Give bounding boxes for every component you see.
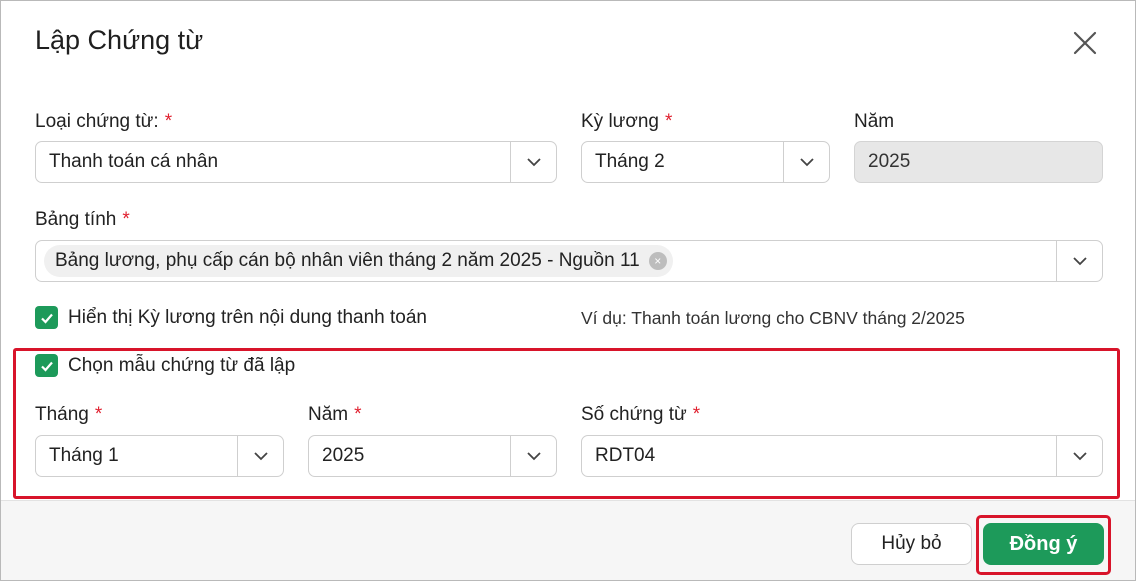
pay-period-value: Tháng 2: [595, 151, 665, 172]
template-year-value: 2025: [322, 445, 365, 466]
voucher-number-label: Số chứng từ *: [581, 404, 701, 425]
required-marker: *: [665, 111, 673, 132]
voucher-type-select[interactable]: Thanh toán cá nhân: [35, 141, 557, 183]
use-template-option[interactable]: Chọn mẫu chứng từ đã lập: [35, 354, 295, 377]
voucher-type-value: Thanh toán cá nhân: [49, 151, 219, 172]
template-year-select[interactable]: 2025: [308, 435, 557, 477]
show-pay-period-label: Hiển thị Kỳ lương trên nội dung thanh to…: [68, 306, 427, 328]
required-marker: *: [164, 111, 173, 132]
required-marker: *: [94, 404, 103, 425]
year-label: Năm: [854, 111, 895, 132]
chevron-down-icon[interactable]: [1056, 436, 1102, 476]
cancel-button[interactable]: Hủy bỏ: [851, 523, 972, 565]
chevron-down-icon[interactable]: [237, 436, 283, 476]
year-field: 2025: [854, 141, 1103, 183]
example-hint: Ví dụ: Thanh toán lương cho CBNV tháng 2…: [581, 308, 965, 328]
template-month-value: Tháng 1: [49, 445, 119, 466]
spreadsheet-select[interactable]: Bảng lương, phụ cấp cán bộ nhân viên thá…: [35, 240, 1103, 282]
pay-period-label: Kỳ lương *: [581, 111, 673, 132]
spreadsheet-tags: Bảng lương, phụ cấp cán bộ nhân viên thá…: [36, 245, 1056, 277]
template-month-select[interactable]: Tháng 1: [35, 435, 284, 477]
voucher-number-value: RDT04: [595, 445, 656, 466]
dialog-title: Lập Chứng từ: [35, 25, 204, 55]
spreadsheet-tag: Bảng lương, phụ cấp cán bộ nhân viên thá…: [44, 245, 673, 277]
template-month-label: Tháng *: [35, 404, 103, 425]
required-marker: *: [122, 209, 130, 230]
use-template-label: Chọn mẫu chứng từ đã lập: [68, 354, 296, 376]
show-pay-period-option[interactable]: Hiển thị Kỳ lương trên nội dung thanh to…: [35, 306, 427, 329]
chevron-down-icon[interactable]: [510, 142, 556, 182]
show-pay-period-checkbox[interactable]: [35, 306, 58, 329]
chevron-down-icon[interactable]: [783, 142, 829, 182]
close-icon[interactable]: [1069, 27, 1101, 59]
use-template-checkbox[interactable]: [35, 354, 58, 377]
spreadsheet-label: Bảng tính *: [35, 209, 130, 230]
chevron-down-icon[interactable]: [510, 436, 556, 476]
remove-tag-icon[interactable]: ×: [648, 252, 667, 270]
required-marker: *: [354, 404, 362, 425]
year-value: 2025: [868, 151, 911, 172]
pay-period-select[interactable]: Tháng 2: [581, 141, 830, 183]
template-year-label: Năm *: [308, 404, 362, 425]
required-marker: *: [692, 404, 701, 425]
confirm-button[interactable]: Đồng ý: [983, 523, 1104, 565]
chevron-down-icon[interactable]: [1056, 241, 1102, 281]
voucher-number-select[interactable]: RDT04: [581, 435, 1103, 477]
create-voucher-dialog: Lập Chứng từ Loại chứng từ: * Thanh toán …: [0, 0, 1136, 581]
voucher-type-label: Loại chứng từ: *: [35, 111, 173, 132]
spreadsheet-tag-label: Bảng lương, phụ cấp cán bộ nhân viên thá…: [55, 250, 640, 271]
